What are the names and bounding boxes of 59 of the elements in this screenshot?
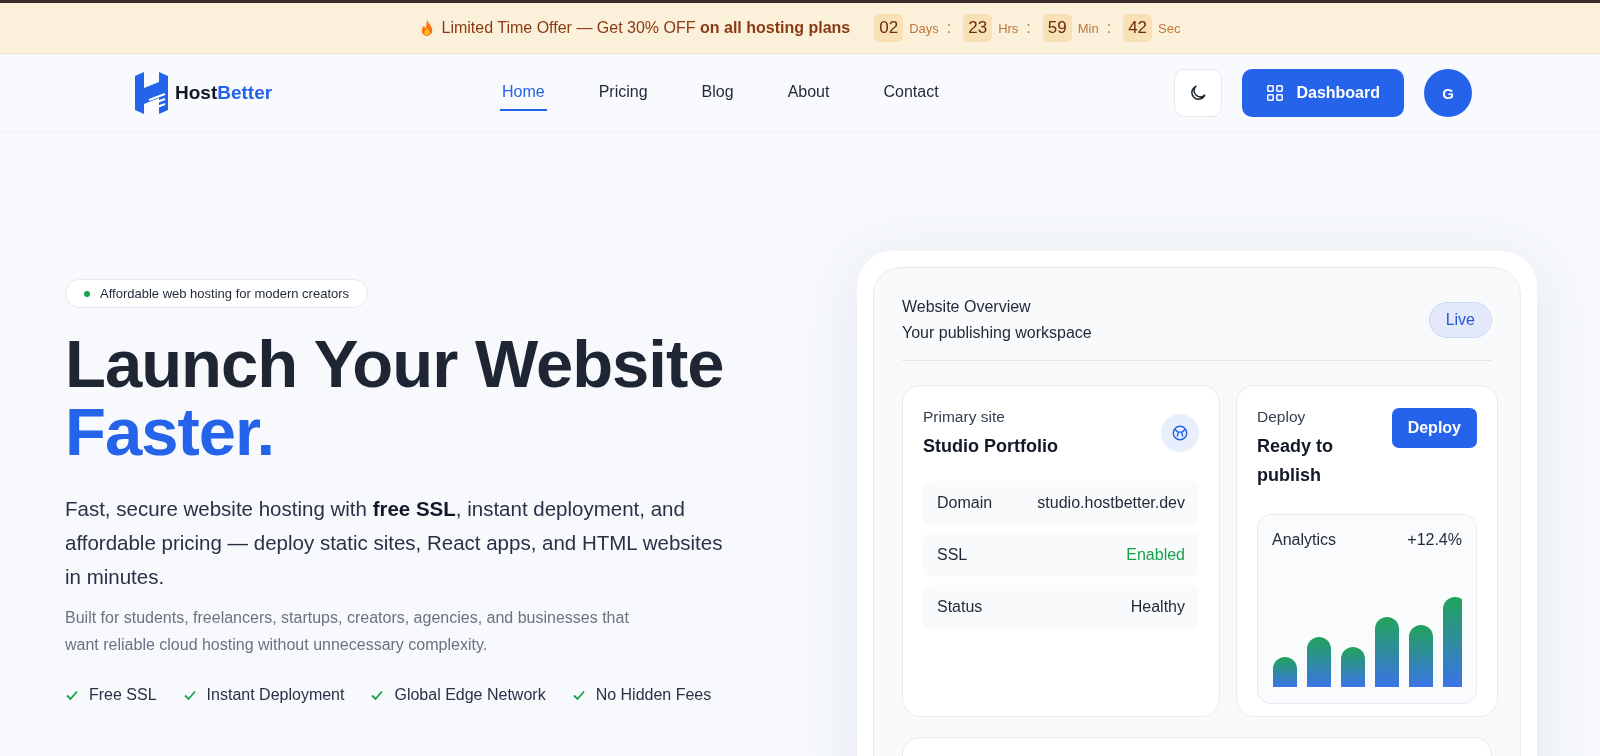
- globe-icon: [1161, 414, 1199, 452]
- site-name: Studio Portfolio: [923, 436, 1058, 457]
- headline-accent: Faster.: [65, 398, 275, 466]
- check-icon: [370, 688, 385, 702]
- countdown-value: 42: [1123, 14, 1153, 42]
- countdown-separator: :: [946, 19, 952, 37]
- dashboard-button[interactable]: Dashboard: [1242, 69, 1404, 117]
- countdown-unit: Min: [1077, 20, 1099, 36]
- info-label: SSL: [937, 546, 968, 564]
- countdown-value: 59: [1042, 14, 1072, 42]
- fire-icon: [419, 19, 434, 37]
- chart-bar: [1273, 657, 1297, 687]
- card-label: Primary site: [923, 408, 1006, 426]
- analytics-change: +12.4%: [1407, 531, 1462, 549]
- check-icon: [182, 688, 197, 702]
- deploy-status: Ready to publish: [1257, 435, 1335, 487]
- analytics-label: Analytics: [1272, 531, 1337, 549]
- avatar[interactable]: G: [1424, 69, 1472, 117]
- tagline-badge: Affordable web hosting for modern creators: [65, 279, 369, 308]
- grid-icon: [1266, 84, 1285, 102]
- deploy-button[interactable]: Deploy: [1391, 408, 1477, 448]
- feature-label: No Hidden Fees: [595, 686, 712, 704]
- nav-link[interactable]: Home: [500, 75, 547, 111]
- countdown-unit: Sec: [1158, 20, 1181, 36]
- check-icon: [65, 688, 79, 702]
- countdown-unit: Days: [909, 20, 939, 36]
- nav-link[interactable]: About: [785, 75, 832, 111]
- info-value: Healthy: [1130, 598, 1185, 616]
- countdown-value: 23: [963, 14, 993, 42]
- chart-bar: [1409, 625, 1433, 687]
- status-badge: Live: [1428, 302, 1492, 338]
- overview-subtitle: Your publishing workspace: [902, 324, 1092, 342]
- chart-bar: [1341, 647, 1365, 687]
- countdown-value: 02: [874, 14, 904, 42]
- feature-label: Global Edge Network: [394, 686, 546, 704]
- nav-link[interactable]: Blog: [699, 75, 736, 111]
- nav-link[interactable]: Pricing: [596, 75, 650, 111]
- countdown-unit: Hrs: [998, 20, 1019, 36]
- info-label: Domain: [937, 494, 993, 512]
- nav-link[interactable]: Contact: [881, 75, 941, 111]
- info-value: Enabled: [1126, 546, 1185, 564]
- info-value: studio.hostbetter.dev: [1037, 494, 1185, 512]
- countdown-separator: :: [1106, 19, 1112, 37]
- card-label: Deploy: [1257, 408, 1307, 426]
- countdown-separator: :: [1026, 19, 1031, 37]
- chart-bar: [1307, 637, 1331, 687]
- overview-title: Website Overview: [902, 298, 1032, 316]
- brand-name[interactable]: HostBetter: [175, 82, 273, 104]
- info-label: Status: [937, 598, 983, 616]
- chart-bar: [1375, 617, 1399, 687]
- theme-toggle-button[interactable]: [1174, 69, 1223, 117]
- hero-description: Fast, secure website hosting with free SSL, instant deployment, and affordable pricing — deploy static sites, React apps, and HTML websites in minutes.: [65, 496, 724, 590]
- hero-subtext: Built for students, freelancers, startups, creators, agencies, and businesses that want reliable cloud hosting without unnecessary complexity.: [65, 608, 630, 655]
- feature-label: Instant Deployment: [206, 686, 345, 704]
- logo-icon[interactable]: [135, 70, 171, 116]
- check-icon: [571, 688, 586, 702]
- promo-text: Limited Time Offer — Get 30% OFF on all hosting plans: [441, 19, 851, 37]
- headline: Launch Your Website: [65, 330, 724, 398]
- feature-label: Free SSL: [89, 686, 157, 704]
